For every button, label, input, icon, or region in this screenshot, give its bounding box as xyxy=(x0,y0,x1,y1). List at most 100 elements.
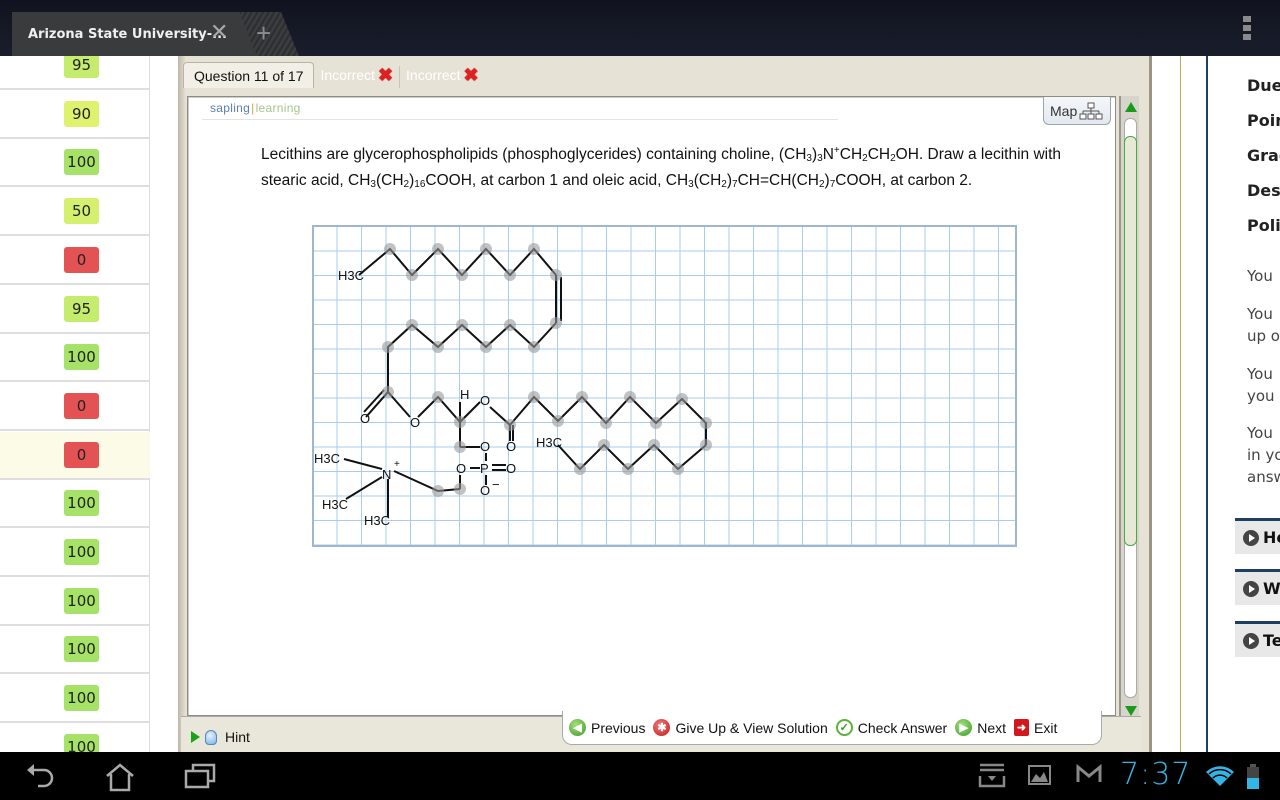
atom-node[interactable] xyxy=(432,485,444,497)
atom-node[interactable] xyxy=(504,319,516,331)
score-row[interactable]: 0 xyxy=(0,237,150,285)
info-section-button[interactable]: Te xyxy=(1235,621,1280,657)
score-row[interactable]: 100 xyxy=(0,334,150,383)
atom-node[interactable] xyxy=(382,386,394,398)
score-row[interactable]: 50 xyxy=(0,188,150,237)
score-row[interactable]: 0 xyxy=(0,383,150,431)
atom-node[interactable] xyxy=(624,391,636,403)
atom-label: O xyxy=(506,461,516,476)
home-icon[interactable] xyxy=(104,762,136,792)
hint-button[interactable]: Hint xyxy=(191,729,250,745)
score-row[interactable]: 95 xyxy=(0,56,150,90)
info-section-button[interactable]: He xyxy=(1235,518,1280,554)
atom-node[interactable] xyxy=(480,341,492,353)
drawing-canvas[interactable]: H3C H O O O O O O P O O − N + H3C H3C H3… xyxy=(312,225,1017,547)
download-icon[interactable] xyxy=(978,762,1006,790)
atom-node[interactable] xyxy=(700,439,712,451)
atom-node[interactable] xyxy=(406,269,418,281)
recent-apps-icon[interactable] xyxy=(184,762,218,790)
info-text: You you xyxy=(1247,365,1275,405)
next-button[interactable]: ▶ Next xyxy=(955,719,1006,736)
score-badge: 100 xyxy=(64,636,99,663)
atom-node[interactable] xyxy=(454,416,466,428)
info-text: You xyxy=(1247,267,1273,285)
atom-label: − xyxy=(492,477,500,492)
atom-node[interactable] xyxy=(552,415,564,427)
score-row[interactable]: 100 xyxy=(0,480,150,529)
atom-node[interactable] xyxy=(650,417,662,429)
score-badge: 100 xyxy=(64,490,99,517)
hint-label: Hint xyxy=(225,729,250,745)
play-circle-icon xyxy=(1243,580,1259,597)
map-label: Map xyxy=(1050,102,1078,119)
atom-node[interactable] xyxy=(528,341,540,353)
atom-node[interactable] xyxy=(432,391,444,403)
overflow-menu-icon[interactable] xyxy=(1243,16,1251,40)
score-row[interactable]: 100 xyxy=(0,724,150,752)
atom-node[interactable] xyxy=(456,319,468,331)
atom-node[interactable] xyxy=(454,483,466,495)
atom-node[interactable] xyxy=(406,319,418,331)
atom-node[interactable] xyxy=(574,463,586,475)
atom-node[interactable] xyxy=(598,439,610,451)
score-row[interactable]: 100 xyxy=(0,529,150,577)
info-section-button[interactable]: W xyxy=(1235,569,1280,605)
score-row[interactable]: 100 xyxy=(0,578,150,626)
atom-node[interactable] xyxy=(432,243,444,255)
atom-label: H3C xyxy=(314,451,340,466)
atom-label: P xyxy=(480,461,489,476)
atom-node[interactable] xyxy=(480,243,492,255)
atom-node[interactable] xyxy=(622,463,634,475)
atom-node[interactable] xyxy=(504,269,516,281)
attempt-tab[interactable]: Incorrect ✖ xyxy=(314,62,399,88)
atom-node[interactable] xyxy=(456,269,468,281)
atom-node[interactable] xyxy=(700,417,712,429)
arrow-right-icon: ▶ xyxy=(955,719,973,736)
score-row[interactable]: 0 xyxy=(0,431,150,480)
atom-node[interactable] xyxy=(504,419,516,431)
clock: 7:37 xyxy=(1120,757,1192,792)
score-row[interactable]: 100 xyxy=(0,139,150,188)
back-icon[interactable] xyxy=(26,762,56,790)
system-nav-bar: 7:37 xyxy=(0,752,1280,800)
give-up-button[interactable]: ✱ Give Up & View Solution xyxy=(653,719,828,736)
atom-label: H3C xyxy=(338,268,364,283)
content-scrollbar[interactable] xyxy=(1119,96,1139,722)
atom-label: O xyxy=(410,415,420,430)
atom-node[interactable] xyxy=(648,439,660,451)
plus-icon[interactable]: + xyxy=(256,18,271,48)
atom-node[interactable] xyxy=(528,243,540,255)
atom-node[interactable] xyxy=(454,441,466,453)
atom-label: H3C xyxy=(322,497,348,512)
atom-node[interactable] xyxy=(550,269,562,281)
score-row[interactable]: 100 xyxy=(0,626,150,675)
atom-node[interactable] xyxy=(576,391,588,403)
atom-node[interactable] xyxy=(672,463,684,475)
atom-node[interactable] xyxy=(432,341,444,353)
atom-node[interactable] xyxy=(528,391,540,403)
attempt-tab[interactable]: Incorrect ✖ xyxy=(400,62,485,88)
score-row[interactable]: 95 xyxy=(0,286,150,334)
score-row[interactable]: 90 xyxy=(0,91,150,139)
tab-question[interactable]: Question 11 of 17 xyxy=(183,62,315,88)
score-badge: 100 xyxy=(64,149,99,176)
check-answer-button[interactable]: ✓ Check Answer xyxy=(835,719,947,736)
atom-node[interactable] xyxy=(384,243,396,255)
score-row[interactable]: 100 xyxy=(0,675,150,724)
atom-node[interactable] xyxy=(676,393,688,405)
scroll-up-arrow-icon[interactable] xyxy=(1125,102,1137,112)
scroll-down-arrow-icon[interactable] xyxy=(1125,706,1137,716)
map-button[interactable]: Map xyxy=(1043,97,1111,125)
gmail-icon[interactable] xyxy=(1076,762,1102,786)
scroll-thumb[interactable] xyxy=(1124,136,1137,546)
gallery-icon[interactable] xyxy=(1028,762,1052,786)
atom-node[interactable] xyxy=(600,417,612,429)
exit-button[interactable]: ➜ Exit xyxy=(1014,719,1057,736)
close-icon[interactable]: ✕ xyxy=(210,22,228,44)
bond xyxy=(343,458,383,470)
atom-node[interactable] xyxy=(382,341,394,353)
previous-button[interactable]: ◀ Previous xyxy=(569,719,645,736)
atom-node[interactable] xyxy=(550,317,562,329)
divider xyxy=(1180,56,1181,752)
divider xyxy=(202,119,838,120)
